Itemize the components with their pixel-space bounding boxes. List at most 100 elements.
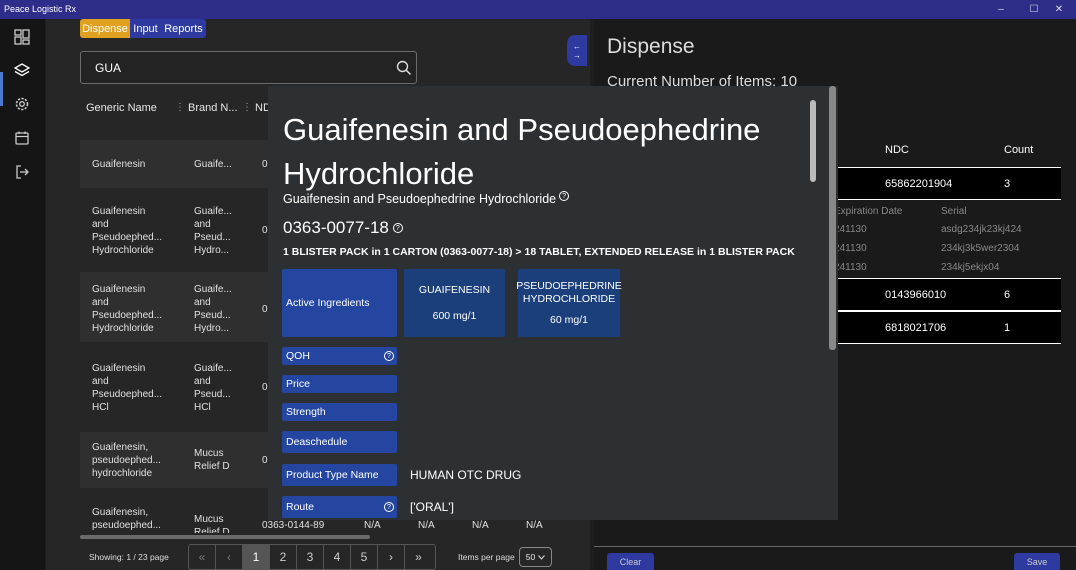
cell-ndc: 0 [262, 382, 268, 393]
arrow-right-icon: → [573, 50, 581, 60]
pager-first-button[interactable]: « [189, 544, 216, 570]
product-detail-modal: Guaifenesin and Pseudoephedrine Hydrochl… [268, 86, 838, 520]
collapse-toggle[interactable]: ← → [567, 35, 587, 66]
ingredient-name: PSEUDOEPHEDRINE HYDROCHLORIDE [516, 280, 622, 305]
cell-brand: Guaife... and Pseud... Hydro... [194, 206, 232, 256]
help-icon[interactable]: ? [384, 502, 394, 512]
pager-last-button[interactable]: » [405, 544, 432, 570]
cell-ndc: 0 [262, 159, 268, 170]
route-label: Route [286, 501, 315, 513]
tab-dispense[interactable]: Dispense [80, 19, 130, 38]
col-menu-icon[interactable]: ⋮ [242, 102, 252, 113]
cell-brand: Mucus Relief D [194, 514, 230, 533]
tab-input[interactable]: Input [130, 19, 161, 38]
sub-serial: 234kj5ekjx04 [941, 262, 1000, 273]
pager-page-2[interactable]: 2 [270, 544, 297, 570]
cell-value: N/A [418, 520, 435, 531]
search-icon[interactable] [396, 60, 412, 81]
item-count: 1 [1004, 322, 1011, 334]
cell-brand: Guaife... and Pseud... Hydro... [194, 284, 232, 334]
sub-exp: 241130 [834, 224, 867, 235]
item-ndc: 65862201904 [885, 178, 953, 190]
package-description: 1 BLISTER PACK in 1 CARTON (0363-0077-18… [283, 246, 795, 258]
items-per-page-value: 50 [525, 552, 536, 562]
cell-generic: Guaifenesin and Pseudoephed... Hydrochlo… [92, 284, 163, 334]
items-per-page-label: Items per page [458, 552, 515, 562]
pager-prev-button[interactable]: ‹ [216, 544, 243, 570]
layers-icon[interactable] [10, 58, 34, 82]
cell-brand: Guaife... and Pseud... HCl [194, 363, 232, 413]
divider [594, 546, 1076, 547]
horizontal-scrollbar[interactable] [80, 535, 370, 539]
cell-ndc: 0 [262, 304, 268, 315]
calendar-icon[interactable] [10, 126, 34, 150]
product-subtitle-row: Guaifenesin and Pseudoephedrine Hydrochl… [283, 191, 570, 206]
product-ndc: 0363-0077-18 [283, 218, 389, 237]
ingredient-strength: 600 mg/1 [432, 310, 477, 322]
cell-generic: Guaifenesin and Pseudoephed... HCl [92, 363, 163, 413]
search-value: GUA [95, 61, 122, 75]
item-count: 6 [1004, 289, 1011, 301]
cell-generic: Guaifenesin, pseudoephed... hydrochlorid… [92, 442, 161, 479]
title-bar: Peace Logistic Rx – ☐ ✕ [0, 0, 1076, 19]
pager-page-3[interactable]: 3 [297, 544, 324, 570]
tab-reports[interactable]: Reports [161, 19, 206, 38]
settings-icon[interactable] [10, 92, 34, 116]
col-expiration: Expiration Date [834, 206, 903, 217]
clear-button[interactable]: Clear [607, 553, 654, 570]
pager-page-1[interactable]: 1 [243, 544, 270, 570]
ingredient-name: GUAIFENESIN [418, 284, 491, 296]
col-menu-icon[interactable]: ⋮ [175, 102, 185, 113]
help-icon[interactable]: ? [559, 191, 570, 201]
search-input[interactable]: GUA [80, 51, 417, 84]
col-serial: Serial [941, 206, 967, 217]
app-title: Peace Logistic Rx [4, 4, 77, 14]
arrow-left-icon: ← [573, 41, 581, 51]
ingredient-card: PSEUDOEPHEDRINE HYDROCHLORIDE 60 mg/1 [516, 269, 622, 337]
save-button[interactable]: Save [1014, 553, 1060, 570]
sidebar-active-indicator [0, 72, 3, 106]
pager-next-button[interactable]: › [378, 544, 405, 570]
dispense-title: Dispense [607, 35, 695, 58]
item-ndc: 0143966010 [885, 289, 947, 301]
items-per-page-select[interactable]: 50 [519, 547, 552, 567]
ingredient-card: GUAIFENESIN 600 mg/1 [404, 269, 505, 337]
route-value: ['ORAL'] [410, 500, 454, 514]
cell-value: N/A [526, 520, 543, 531]
item-count: 3 [1004, 178, 1011, 190]
cell-generic: Guaifenesin [92, 159, 146, 170]
cell-ndc: 0 [262, 225, 268, 236]
ingredient-strength: 60 mg/1 [550, 314, 588, 326]
price-field[interactable]: Price [282, 375, 397, 393]
col-generic-name[interactable]: Generic Name [86, 102, 157, 114]
pager-page-4[interactable]: 4 [324, 544, 351, 570]
product-title: Guaifenesin and Pseudoephedrine Hydrochl… [283, 112, 761, 191]
help-icon[interactable]: ? [392, 223, 403, 233]
logout-icon[interactable] [10, 160, 34, 184]
qoh-label: QOH [286, 350, 310, 362]
strength-field[interactable]: Strength [282, 403, 397, 421]
modal-outer-scrollbar[interactable] [829, 86, 836, 350]
help-icon[interactable]: ? [384, 351, 394, 361]
close-button[interactable]: ✕ [1042, 0, 1076, 19]
minimize-button[interactable]: – [984, 0, 1018, 19]
pager-page-5[interactable]: 5 [351, 544, 378, 570]
dashboard-icon[interactable] [10, 25, 34, 49]
qoh-field[interactable]: QOH ? [282, 347, 397, 365]
sub-serial: asdg234jk23kj424 [941, 224, 1022, 235]
cell-brand: Guaife... [194, 159, 232, 170]
item-ndc: 6818021706 [885, 322, 947, 334]
col-count: Count [1004, 144, 1034, 156]
col-brand-name[interactable]: Brand N... [188, 102, 238, 114]
cell-value: N/A [472, 520, 489, 531]
chevron-down-icon [538, 552, 546, 562]
deaschedule-field[interactable]: Deaschedule [282, 431, 397, 453]
sub-exp: 241130 [834, 262, 867, 273]
col-ndc: NDC [885, 144, 909, 156]
sub-serial: 234kj3k5wer2304 [941, 243, 1020, 254]
modal-scrollbar-thumb[interactable] [810, 100, 816, 182]
product-subtitle: Guaifenesin and Pseudoephedrine Hydrochl… [283, 192, 557, 206]
cell-ndc: 0363-0144-89 [262, 520, 325, 531]
cell-generic: Guaifenesin and Pseudoephed... Hydrochlo… [92, 206, 163, 256]
sidebar [0, 19, 45, 570]
